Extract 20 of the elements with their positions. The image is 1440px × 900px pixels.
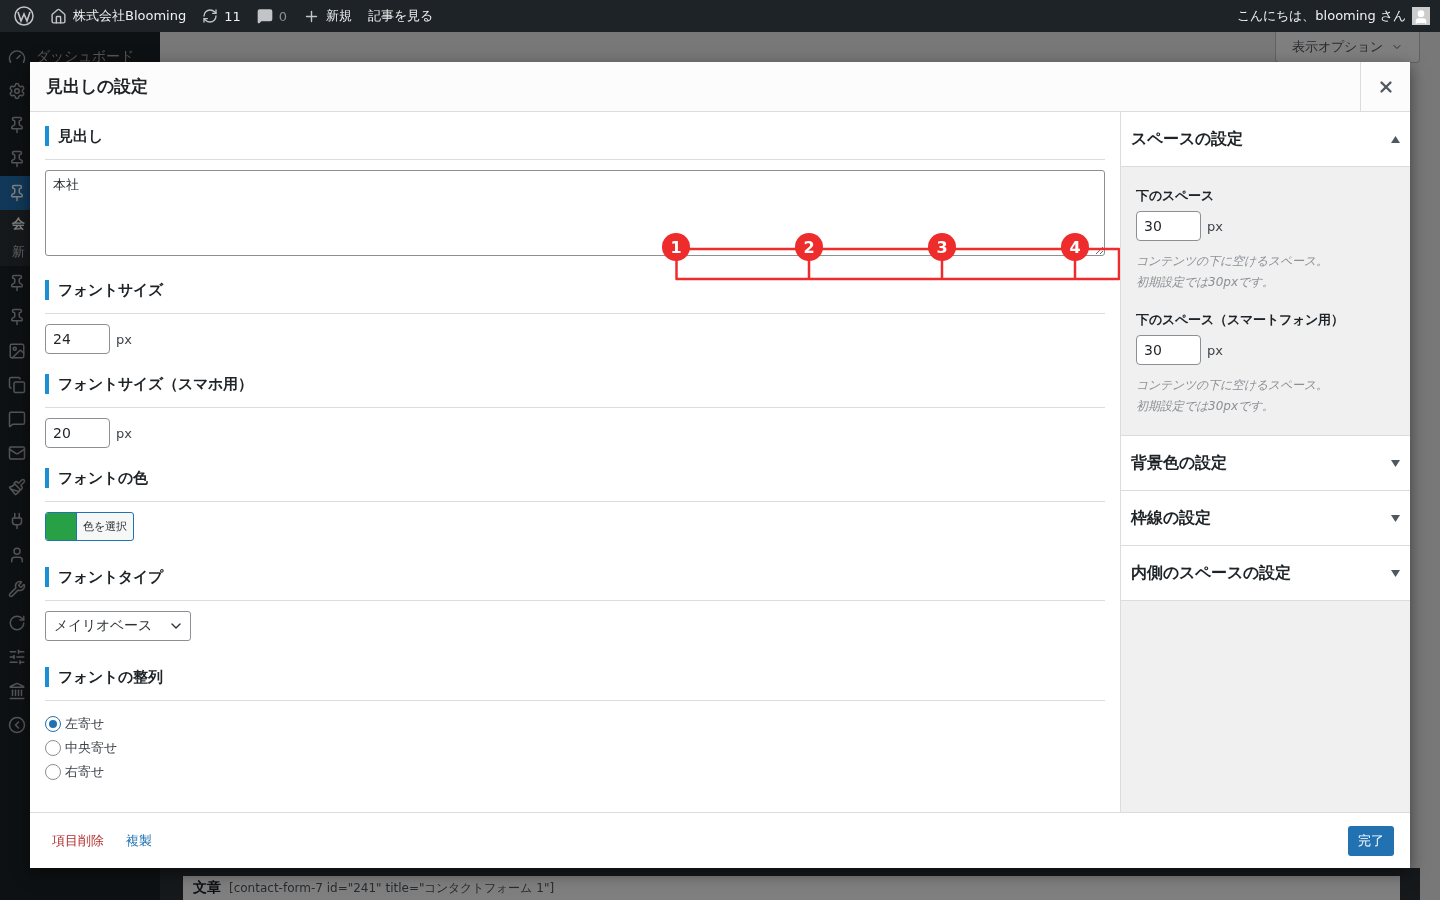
help-text: コンテンツの下に空けるスペース。 (1136, 377, 1329, 394)
field-label: 下のスペース（スマートフォン用） (1136, 311, 1345, 329)
unit-label: px (116, 331, 132, 347)
unit-label: px (1207, 342, 1223, 358)
block-label: 文章 (193, 879, 221, 897)
section-heading: 見出し (45, 126, 1105, 146)
section-heading: フォントの整列 (45, 667, 1105, 687)
section-heading: フォントの色 (45, 468, 1105, 488)
help-text: コンテンツの下に空けるスペース。 (1136, 253, 1329, 270)
shortcode-text: [contact-form-7 id="241" title="コンタクトフォーム 1"] (229, 879, 555, 897)
help-text: 初期設定では30pxです。 (1136, 398, 1275, 415)
annotation-drawing: 1 2 3 4 (661, 233, 1120, 281)
field-label: 下のスペース (1136, 187, 1215, 205)
modal-title: 見出しの設定 (45, 75, 149, 98)
section-heading: フォントサイズ（スマホ用） (45, 374, 1105, 394)
unit-label: px (1207, 218, 1223, 234)
section-heading: フォントサイズ (45, 280, 1105, 300)
help-text: 初期設定では30pxです。 (1136, 274, 1275, 291)
section-heading: フォントタイプ (45, 567, 1105, 587)
unit-label: px (116, 425, 132, 441)
